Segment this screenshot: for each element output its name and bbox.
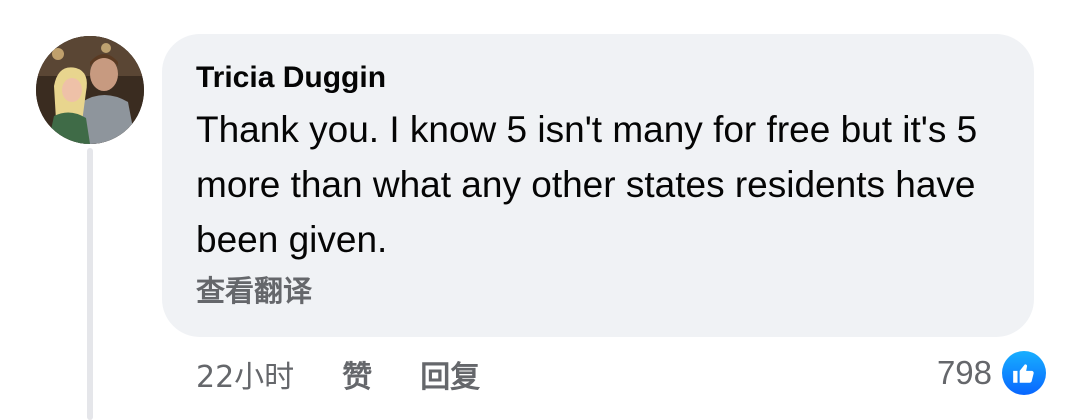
comment-timestamp[interactable]: 22小时: [196, 352, 294, 396]
reply-button[interactable]: 回复: [420, 352, 480, 396]
comment-actions: 22小时 赞 回复: [196, 350, 528, 398]
avatar[interactable]: [36, 36, 144, 144]
reaction-count: 798: [936, 354, 992, 391]
see-translation-link[interactable]: 查看翻译: [196, 271, 1000, 311]
comment-author-name[interactable]: Tricia Duggin: [196, 58, 1000, 98]
comment-view: Tricia Duggin Thank you. I know 5 isn't …: [0, 0, 1080, 420]
reaction-summary[interactable]: 798: [937, 349, 1046, 397]
reply-thread-line: [87, 148, 93, 420]
comment-body: Thank you. I know 5 isn't many for free …: [196, 109, 978, 260]
like-button[interactable]: 赞: [342, 352, 372, 396]
avatar-photo: [36, 36, 144, 144]
like-thumbs-up-icon: [1002, 351, 1046, 395]
comment-bubble: Tricia Duggin Thank you. I know 5 isn't …: [162, 34, 1034, 337]
